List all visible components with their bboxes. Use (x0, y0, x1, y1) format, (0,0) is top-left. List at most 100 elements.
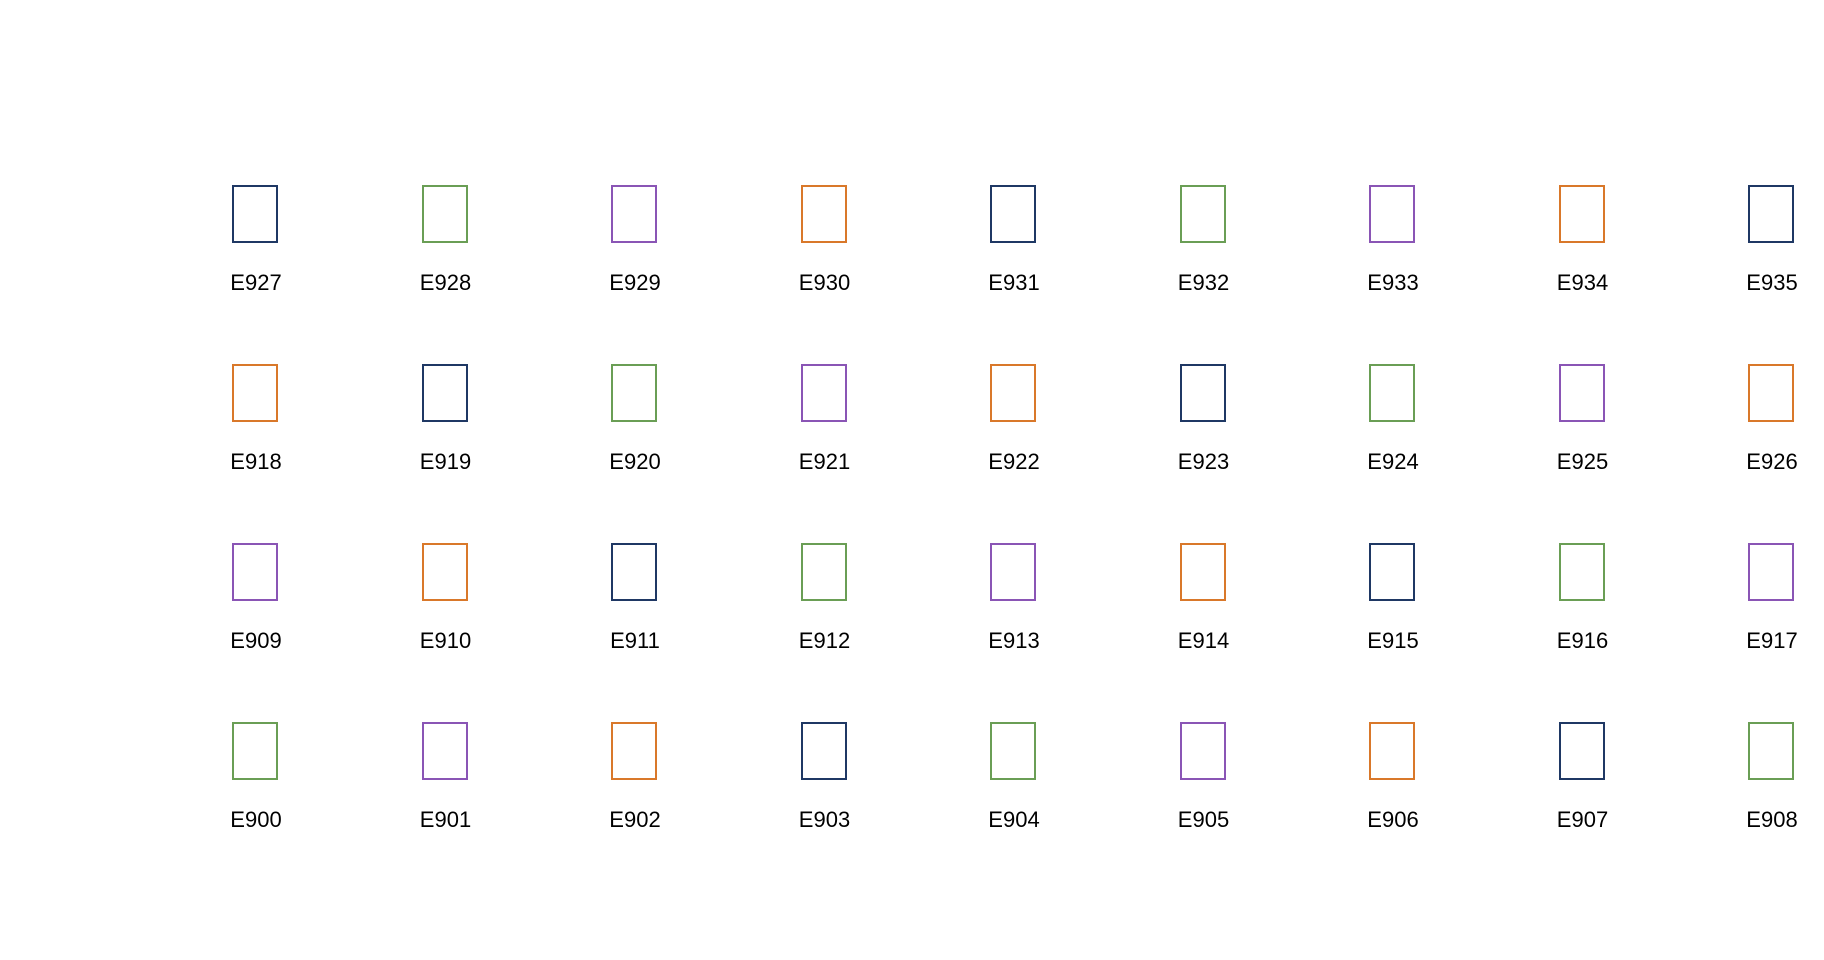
element-label: E904 (988, 807, 1040, 832)
element-box (1558, 543, 1605, 601)
element-label: E918 (230, 449, 282, 474)
element-box (800, 364, 847, 422)
element-box (611, 543, 657, 601)
element-label: E931 (988, 270, 1040, 295)
element-cell: E932 (1149, 185, 1259, 300)
element-box (1179, 543, 1226, 601)
element-cell: E931 (959, 185, 1069, 300)
element-label: E933 (1367, 270, 1419, 295)
element-box (1369, 543, 1415, 601)
element-cell: E922 (959, 364, 1069, 479)
element-cell: E935 (1717, 185, 1824, 300)
element-box (1369, 185, 1415, 243)
element-label: E909 (230, 628, 282, 653)
element-label: E908 (1746, 807, 1798, 832)
element-box (421, 543, 468, 601)
element-cell: E924 (1338, 364, 1448, 479)
element-box (800, 185, 847, 243)
element-label: E901 (419, 807, 472, 832)
element-box (1179, 364, 1226, 422)
element-label: E921 (798, 449, 851, 474)
element-box (800, 543, 847, 601)
element-label: E930 (798, 270, 851, 295)
element-label: E925 (1556, 449, 1609, 474)
element-label: E911 (610, 628, 660, 653)
element-label: E913 (988, 628, 1040, 653)
element-cell: E914 (1149, 543, 1259, 658)
element-box (232, 543, 278, 601)
element-cell: E904 (959, 722, 1069, 837)
element-box (611, 364, 657, 422)
element-cell: E929 (580, 185, 690, 300)
element-label: E929 (609, 270, 661, 295)
element-label: E932 (1177, 270, 1230, 295)
element-cell: E934 (1528, 185, 1638, 300)
element-cell: E918 (201, 364, 311, 479)
element-label: E916 (1556, 628, 1609, 653)
element-cell: E913 (959, 543, 1069, 658)
element-box (800, 722, 847, 780)
element-cell: E910 (391, 543, 501, 658)
element-box (232, 364, 278, 422)
element-label: E912 (798, 628, 851, 653)
element-box (1369, 722, 1415, 780)
element-cell: E919 (391, 364, 501, 479)
element-label: E902 (609, 807, 661, 832)
element-box (421, 364, 468, 422)
element-cell: E925 (1528, 364, 1638, 479)
element-box (421, 722, 468, 780)
element-label: E927 (230, 270, 282, 295)
element-box (1748, 543, 1794, 601)
element-cell: E903 (770, 722, 880, 837)
element-cell: E912 (770, 543, 880, 658)
element-box (1748, 185, 1794, 243)
element-cell: E907 (1528, 722, 1638, 837)
element-cell: E926 (1717, 364, 1824, 479)
element-label: E923 (1177, 449, 1230, 474)
element-cell: E905 (1149, 722, 1259, 837)
element-cell: E911 (580, 543, 690, 658)
element-label: E924 (1367, 449, 1419, 474)
element-cell: E906 (1338, 722, 1448, 837)
element-box (990, 543, 1036, 601)
element-cell: E916 (1528, 543, 1638, 658)
element-cell: E921 (770, 364, 880, 479)
element-box (1748, 364, 1794, 422)
element-label: E907 (1556, 807, 1609, 832)
element-cell: E901 (391, 722, 501, 837)
element-cell: E908 (1717, 722, 1824, 837)
element-box (232, 185, 278, 243)
element-label: E900 (230, 807, 282, 832)
element-box (1558, 185, 1605, 243)
element-label: E934 (1556, 270, 1609, 295)
element-cell: E928 (391, 185, 501, 300)
element-box (421, 185, 468, 243)
element-label: E926 (1746, 449, 1798, 474)
element-box (990, 185, 1036, 243)
element-label: E928 (419, 270, 472, 295)
element-cell: E927 (201, 185, 311, 300)
element-cell: E909 (201, 543, 311, 658)
element-label: E905 (1177, 807, 1230, 832)
element-cell: E923 (1149, 364, 1259, 479)
element-label: E910 (419, 628, 472, 653)
element-box (1369, 364, 1415, 422)
element-cell: E900 (201, 722, 311, 837)
element-label: E935 (1746, 270, 1798, 295)
element-box (1748, 722, 1794, 780)
element-box (232, 722, 278, 780)
element-label: E903 (798, 807, 851, 832)
element-cell: E917 (1717, 543, 1824, 658)
element-cell: E930 (770, 185, 880, 300)
element-box (611, 185, 657, 243)
element-grid: E927 E928 E929 E930 E931 E932 E933 E934 E935 E918… (0, 0, 1824, 960)
element-box (990, 364, 1036, 422)
element-cell: E920 (580, 364, 690, 479)
element-label: E919 (419, 449, 472, 474)
element-label: E922 (988, 449, 1040, 474)
element-cell: E902 (580, 722, 690, 837)
element-box (1558, 364, 1605, 422)
element-label: E914 (1177, 628, 1230, 653)
element-box (611, 722, 657, 780)
element-box (1558, 722, 1605, 780)
